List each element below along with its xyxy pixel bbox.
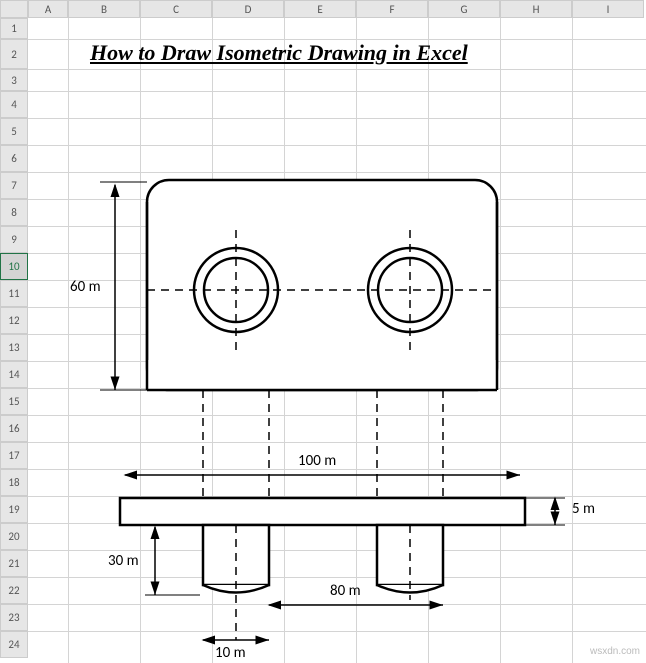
dim-30m: 30 m <box>108 552 139 570</box>
dim-5m: 5 m <box>572 500 595 518</box>
watermark: wsxdn.com <box>590 646 640 657</box>
dim-60m: 60 m <box>70 278 101 296</box>
dim-left-width: 10 m <box>215 644 246 662</box>
dim-80m: 80 m <box>330 582 361 600</box>
isometric-drawing <box>0 0 646 663</box>
dim-100m: 100 m <box>298 452 336 470</box>
